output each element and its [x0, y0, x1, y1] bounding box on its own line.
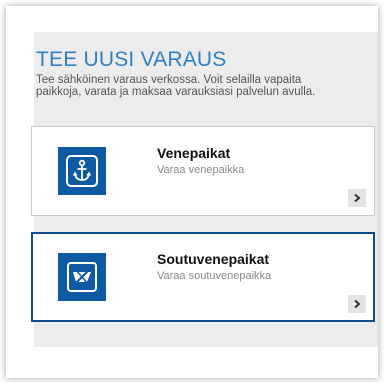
page-frame: TEE UUSI VARAUS Tee sähköinen varaus ver…	[6, 6, 378, 378]
new-reservation-panel: TEE UUSI VARAUS Tee sähköinen varaus ver…	[31, 32, 378, 347]
rowboat-icon	[67, 262, 97, 292]
chevron-right-icon	[354, 193, 361, 203]
anchor-icon	[66, 155, 98, 187]
card-title: Soutuvenepaikat	[157, 251, 270, 267]
rowboat-icon-tile	[58, 253, 106, 301]
open-boat-slots-button[interactable]	[348, 189, 366, 207]
rowboat-slots-card[interactable]: Soutuvenepaikat Varaa soutuvenepaikka	[31, 232, 375, 322]
panel-description: Tee sähköinen varaus verkossa. Voit sela…	[36, 74, 316, 98]
chevron-right-icon	[354, 299, 361, 309]
anchor-icon-tile	[58, 147, 106, 195]
boat-slots-card[interactable]: Venepaikat Varaa venepaikka	[31, 126, 375, 216]
open-rowboat-slots-button[interactable]	[348, 295, 366, 313]
card-title: Venepaikat	[157, 145, 231, 161]
card-subtitle: Varaa soutuvenepaikka	[157, 270, 272, 282]
panel-title: TEE UUSI VARAUS	[36, 48, 227, 71]
card-subtitle: Varaa venepaikka	[157, 164, 245, 176]
